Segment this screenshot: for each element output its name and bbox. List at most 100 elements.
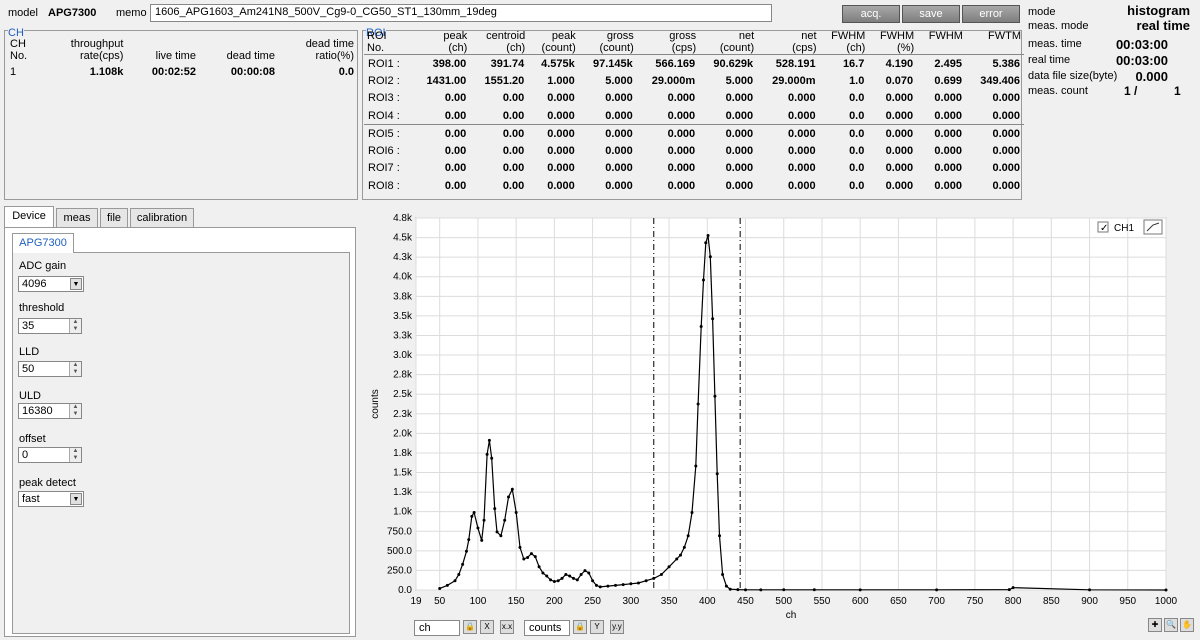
roi-cell-11: 0.000 [992, 162, 1020, 175]
offset-input[interactable]: 0 ▲ ▼ [18, 447, 82, 463]
tab-calibration[interactable]: calibration [130, 208, 194, 227]
lld-input[interactable]: 50 ▲ ▼ [18, 361, 82, 377]
pan-hand-icon[interactable]: ✋ [1180, 618, 1194, 632]
tab-meas[interactable]: meas [56, 208, 98, 227]
check-icon: ✓ [1100, 223, 1108, 234]
roi-cell-3: 0.000 [547, 162, 575, 175]
spectrum-chart[interactable]: 0.0 250.0 500.0 750.0 1.0k 1.3k 1.5k 1.8k 2.0k 2.… [360, 208, 1196, 628]
roi-cell-5: 0.000 [667, 92, 696, 105]
roi-cell-2: 0.00 [502, 144, 525, 157]
chevron-down-icon[interactable]: ▼ [70, 278, 82, 290]
error-button[interactable]: error [962, 5, 1020, 23]
uld-label: ULD [19, 390, 42, 402]
data-point [545, 574, 549, 578]
save-button[interactable]: save [902, 5, 960, 23]
lock-icon[interactable]: 🔒 [573, 620, 587, 634]
y-autoscale-icon[interactable]: Y [590, 620, 604, 634]
y-tick-label: 1.0k [393, 507, 413, 518]
x-axis-field[interactable]: ch [414, 620, 460, 636]
x-format-icon[interactable]: x.x [500, 620, 514, 634]
ch-table: CH No. throughput rate(cps) live time dead ti… [8, 38, 356, 78]
spinner-icon[interactable]: ▲ ▼ [69, 319, 81, 333]
roi-header-3: peak (count) [541, 30, 576, 54]
y-tick-label: 2.8k [393, 370, 413, 381]
roi-cell-6: 5.000 [725, 74, 754, 87]
roi-cell-3: 0.000 [528, 124, 579, 142]
roi-cell-6: 90.629k [713, 57, 754, 70]
x-tick-label: 200 [546, 596, 563, 607]
y-tick-label: 1.5k [393, 468, 413, 479]
data-point [935, 588, 939, 592]
x-axis-label: ch [786, 610, 797, 621]
peak-detect-select[interactable]: fast ▼ [18, 491, 84, 507]
roi-row: ROI8 : 0.00 0.00 0.000 0.000 0.000 0.000 0.000 0… [364, 177, 1024, 195]
subtab-apg7300[interactable]: APG7300 [12, 233, 74, 253]
threshold-label: threshold [19, 302, 65, 314]
x-tick-label: 500 [775, 596, 792, 607]
data-point [485, 452, 489, 456]
data-point [713, 394, 717, 398]
data-point [522, 557, 526, 561]
tab-file[interactable]: file [100, 208, 128, 227]
roi-header-10: FWHM [928, 30, 963, 42]
data-point [1007, 588, 1011, 592]
meas-time-value: 00:03:00 [1115, 37, 1168, 52]
data-point [587, 571, 591, 575]
y-format-icon[interactable]: y.y [610, 620, 624, 634]
data-point [812, 588, 816, 592]
roi-cell-8: 0.0 [849, 109, 865, 122]
threshold-input[interactable]: 35 ▲ ▼ [18, 318, 82, 334]
x-autoscale-icon[interactable]: X [480, 620, 494, 634]
uld-input[interactable]: 16380 ▲ ▼ [18, 403, 82, 419]
data-point [470, 514, 474, 518]
offset-label: offset [19, 433, 46, 445]
lock-icon[interactable]: 🔒 [463, 620, 477, 634]
x-tick-label: 400 [699, 596, 716, 607]
y-tick-label: 500.0 [387, 546, 412, 557]
roi-header-1: peak (ch) [443, 30, 468, 54]
roi-row: ROI6 : 0.00 0.00 0.000 0.000 0.000 0.000 0.000 0… [364, 142, 1024, 160]
spinner-icon[interactable]: ▲ ▼ [69, 404, 81, 418]
tab-device[interactable]: Device [4, 206, 54, 227]
roi-cell-7: 0.000 [788, 179, 816, 192]
y-tick-label: 4.0k [393, 272, 413, 283]
data-point [583, 569, 587, 573]
crosshair-icon[interactable]: ✚ [1148, 618, 1162, 632]
data-point [704, 241, 708, 245]
roi-cell-11: 0.000 [992, 109, 1020, 122]
chevron-down-icon[interactable]: ▼ [70, 493, 82, 505]
y-axis-field[interactable]: counts [524, 620, 570, 636]
roi-header-11: FWTM [988, 30, 1021, 42]
y-tick-label: 3.5k [393, 311, 413, 322]
memo-field[interactable]: 1606_APG1603_Am241N8_500V_Cg9-0_CG50_ST1… [150, 4, 772, 22]
y-axis-label: counts [370, 389, 381, 418]
spinner-icon[interactable]: ▲ ▼ [69, 362, 81, 376]
x-tick-label: 700 [928, 596, 945, 607]
roi-cell-1: 0.00 [444, 162, 467, 175]
data-point [487, 438, 491, 442]
acq-button[interactable]: acq. [842, 5, 900, 23]
threshold-value: 35 [22, 320, 35, 332]
roi-cell-6: 0.000 [725, 162, 754, 175]
y-tick-label: 1.8k [393, 448, 413, 459]
spinner-icon[interactable]: ▲ ▼ [69, 448, 81, 462]
data-point [461, 562, 465, 566]
meas-mode-label: meas. mode [1028, 20, 1089, 32]
adc-gain-select[interactable]: 4096 ▼ [18, 276, 84, 292]
roi-cell-9: 0.000 [885, 144, 914, 157]
roi-cell-10: 0.699 [934, 74, 962, 87]
roi-cell-6: 0.000 [725, 92, 754, 105]
data-point [472, 511, 476, 514]
roi-cell-11: 0.000 [965, 124, 1024, 142]
zoom-icon[interactable]: 🔍 [1164, 618, 1178, 632]
x-tick-label: 850 [1043, 596, 1060, 607]
roi-cell-0: ROI6 : [368, 144, 400, 157]
roi-cell-9: 0.000 [868, 124, 918, 142]
roi-cell-1: 0.00 [444, 109, 467, 122]
ch-cell-1: 1.108k [89, 66, 124, 78]
roi-cell-0: ROI4 : [368, 109, 400, 122]
y-tick-label: 3.8k [393, 291, 413, 302]
data-point [679, 553, 683, 557]
roi-cell-7: 29.000m [772, 74, 816, 87]
data-point [467, 538, 471, 542]
